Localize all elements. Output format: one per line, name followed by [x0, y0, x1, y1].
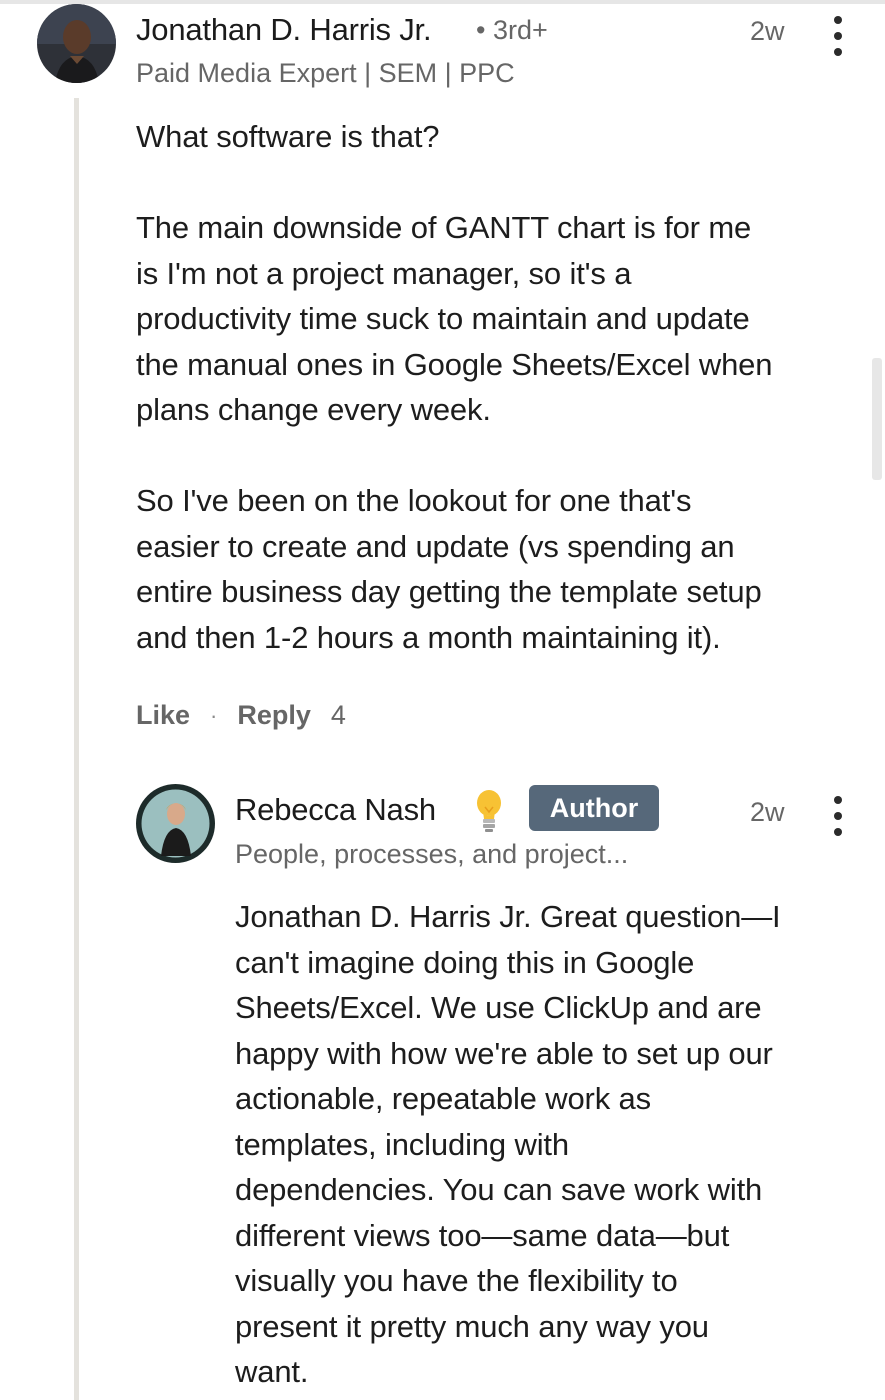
reply-body-line: different views too—same data—but — [235, 1217, 730, 1253]
comment-actions: Like · Reply 4 — [136, 700, 346, 731]
reply-body-line: templates, including with — [235, 1126, 569, 1162]
thread-line — [74, 98, 79, 1400]
like-button[interactable]: Like — [136, 700, 190, 731]
reply-body-line: can't imagine doing this in Google — [235, 944, 695, 980]
reply-body-line: Sheets/Excel. We use ClickUp and are — [235, 990, 762, 1025]
author-badge: Author — [529, 785, 659, 831]
top-divider — [0, 0, 885, 4]
reply-body-line: visually you have the flexibility to — [235, 1263, 678, 1298]
comment-body-line: and then 1-2 hours a month maintaining i… — [136, 619, 721, 655]
avatar[interactable] — [37, 4, 116, 83]
comment-body-line: The main downside of GANTT chart is for … — [136, 210, 752, 245]
comment-body-line: What software is that? — [136, 119, 440, 154]
reply-button[interactable]: Reply — [237, 700, 311, 731]
comment-body-line: easier to create and update (vs spending… — [136, 528, 735, 564]
reply-timestamp: 2w — [750, 797, 785, 827]
comment-body-line: productivity time suck to maintain and u… — [136, 301, 750, 336]
comment-body-line: is I'm not a project manager, so it's a — [136, 255, 632, 291]
avatar-photo-jonathan — [37, 4, 116, 83]
comment-author-headline: Paid Media Expert | SEM | PPC — [136, 58, 515, 88]
comment-body-line: the manual ones in Google Sheets/Excel w… — [136, 346, 773, 382]
reply-body-line: want. — [235, 1354, 309, 1389]
reply-body-line: actionable, repeatable work as — [235, 1081, 651, 1116]
avatar-photo-rebecca — [136, 784, 215, 863]
reply-body: Jonathan D. Harris Jr. Great question—I … — [235, 894, 781, 1395]
comment-author-name[interactable]: Jonathan D. Harris Jr. — [136, 12, 432, 48]
scrollbar-thumb[interactable] — [872, 358, 882, 480]
comment-body-line: entire business day getting the template… — [136, 574, 762, 609]
reply-count[interactable]: 4 — [331, 700, 346, 731]
comment-body: What software is that? The main downside… — [136, 114, 773, 660]
connection-degree: • 3rd+ — [476, 15, 548, 45]
comment-timestamp: 2w — [750, 16, 785, 46]
reply-body-line: present it pretty much any way you — [235, 1308, 709, 1344]
avatar[interactable] — [136, 784, 215, 863]
reply-body-line: happy with how we're able to set up our — [235, 1035, 773, 1071]
more-vertical-icon[interactable] — [828, 794, 848, 838]
reply-body-line: dependencies. You can save work with — [235, 1172, 763, 1207]
more-vertical-icon[interactable] — [828, 14, 848, 58]
action-separator: · — [210, 702, 218, 728]
reply-author-headline: People, processes, and project... — [235, 839, 629, 869]
reply-body-line: Jonathan D. Harris Jr. Great question—I — [235, 899, 781, 934]
lightbulb-icon — [474, 789, 504, 833]
reply-author-name[interactable]: Rebecca Nash — [235, 792, 436, 828]
comment-body-line: plans change every week. — [136, 392, 491, 427]
comment-body-line: So I've been on the lookout for one that… — [136, 483, 692, 518]
